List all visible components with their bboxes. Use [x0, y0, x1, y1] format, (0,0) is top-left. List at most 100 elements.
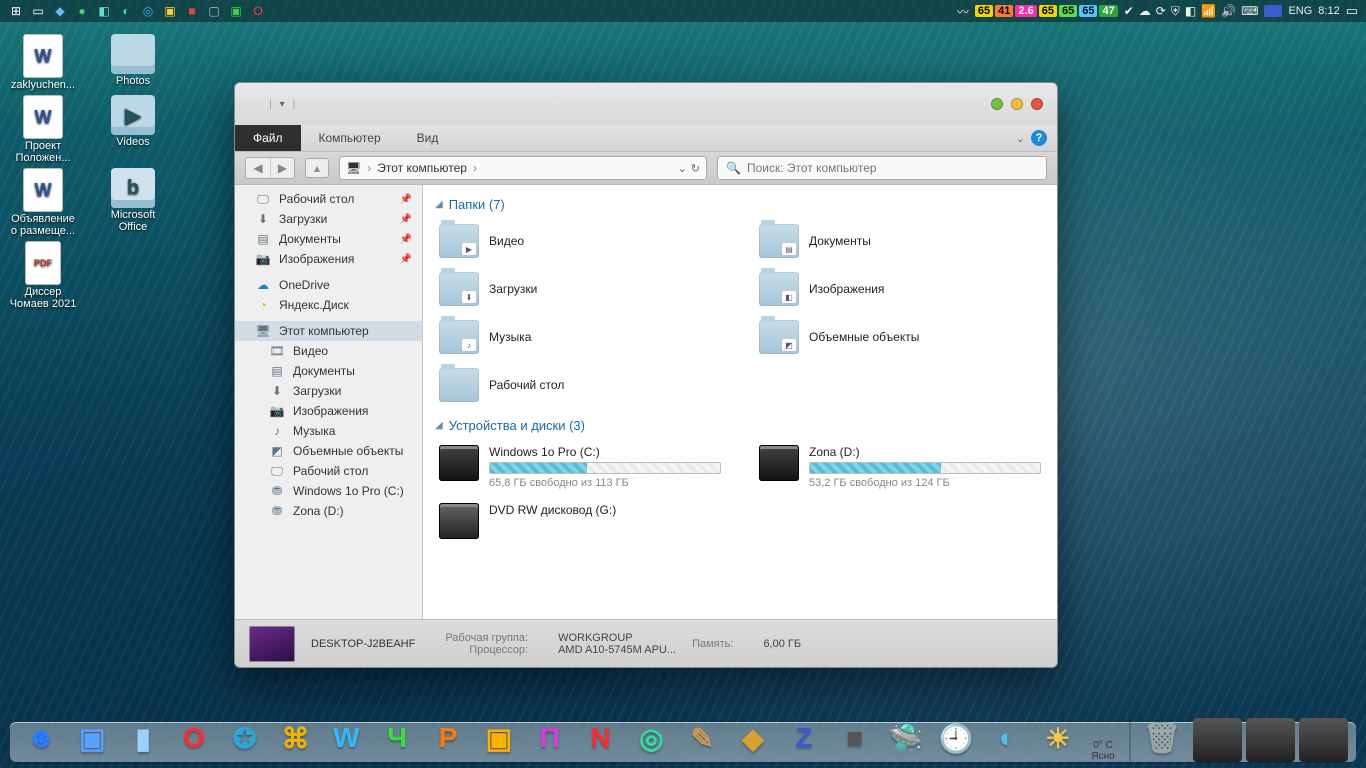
help-icon[interactable]: ?	[1031, 130, 1047, 146]
dock-app-1[interactable]: ▣	[69, 714, 116, 762]
tray-app-green[interactable]: ▣	[226, 2, 246, 20]
dock-letter-p[interactable]: П	[526, 714, 573, 762]
folder-item[interactable]: ◧Изображения	[755, 268, 1045, 310]
trash-icon[interactable]: 🗑	[1139, 714, 1186, 762]
sidebar-item[interactable]: ⬇Загрузки📌	[235, 209, 422, 229]
cloud-icon[interactable]: ☁	[1139, 4, 1151, 19]
dock-app-4[interactable]: ⌘	[272, 714, 319, 762]
action-center-icon[interactable]: ▭	[1346, 3, 1358, 19]
refresh-icon[interactable]: ↻	[691, 162, 700, 175]
dock-ufo-icon[interactable]: 🛸	[882, 714, 929, 762]
ribbon-tab-файл[interactable]: Файл	[235, 125, 301, 151]
window-minimize-button[interactable]	[991, 98, 1003, 110]
tray-app-2[interactable]: ●	[72, 2, 92, 20]
desktop-item[interactable]: PDFДиссер Чомаев 2021	[8, 241, 78, 310]
desktop-item[interactable]: bMicrosoft Office	[98, 168, 168, 237]
dock-letter-n[interactable]: N	[577, 714, 624, 762]
dock-preview-panel[interactable]	[1246, 718, 1295, 762]
dock-app-2[interactable]: ▮	[120, 714, 167, 762]
folder-item[interactable]: ▤Документы	[755, 220, 1045, 262]
sidebar-item[interactable]: 🖵Рабочий стол📌	[235, 189, 422, 209]
volume-icon[interactable]: 🔊	[1221, 4, 1236, 19]
ribbon-expand-icon[interactable]: ⌄	[1016, 132, 1025, 145]
nav-forward-button[interactable]: ▶	[270, 158, 294, 178]
dock-app-6[interactable]: ◆	[730, 714, 777, 762]
nav-up-button[interactable]: ▴	[305, 158, 329, 178]
tray-app-red[interactable]: ■	[182, 2, 202, 20]
check-icon[interactable]: ✔	[1124, 4, 1134, 19]
tray-app-5[interactable]: ▢	[204, 2, 224, 20]
sidebar-item[interactable]: ⛃Windows 1o Pro (C:)	[235, 481, 422, 501]
desktop-item[interactable]: WПроект Положен...	[8, 95, 78, 164]
tray-app-4[interactable]: ◐	[116, 2, 136, 20]
sidebar-item[interactable]: ◔Яндекс.Диск	[235, 295, 422, 315]
dock-preview-panel[interactable]	[1299, 718, 1348, 762]
opera-dock-icon[interactable]: O	[170, 714, 217, 762]
start-icon[interactable]: ⊞	[6, 2, 26, 20]
finder-icon[interactable]: ☻	[18, 714, 65, 762]
window-close-button[interactable]	[1031, 98, 1043, 110]
sidebar-item[interactable]: ◩Объемные объекты	[235, 441, 422, 461]
window-titlebar[interactable]: | ▾ |	[235, 83, 1057, 125]
dock-letter-w[interactable]: W	[323, 714, 370, 762]
drive-item[interactable]: Windows 1o Pro (C:)65,8 ГБ свободно из 1…	[435, 441, 725, 493]
address-field[interactable]: 🖥 › Этот компьютер › ⌄ ↻	[339, 156, 707, 180]
edge-icon[interactable]: ◎	[138, 2, 158, 20]
group-drives-header[interactable]: ◢ Устройства и диски (3)	[435, 418, 1045, 433]
desktop-item[interactable]: ▶Videos	[98, 95, 168, 164]
sidebar-item[interactable]: 🖥Этот компьютер	[235, 321, 422, 341]
sync-icon[interactable]: ⟳	[1156, 4, 1166, 19]
drive-item[interactable]: DVD RW дисковод (G:)	[435, 499, 725, 543]
dock-weather[interactable]: 0° CЯсно	[1085, 740, 1120, 762]
search-input[interactable]	[747, 161, 1038, 175]
dock-preview-panel[interactable]	[1193, 718, 1242, 762]
folder-item[interactable]: Рабочий стол	[435, 364, 725, 406]
dock-z-icon[interactable]: Z	[780, 714, 827, 762]
folder-item[interactable]: ⬇Загрузки	[435, 268, 725, 310]
dock-letter-r[interactable]: Р	[425, 714, 472, 762]
shield-icon[interactable]: ⛨	[1171, 4, 1180, 19]
desktop-item[interactable]: Wzaklyuchen...	[8, 34, 78, 91]
sidebar-item[interactable]: ▤Документы📌	[235, 229, 422, 249]
sidebar-item[interactable]: 🎞Видео	[235, 341, 422, 361]
lang-indicator[interactable]: ENG	[1288, 5, 1312, 17]
sidebar-item[interactable]: ⬇Загрузки	[235, 381, 422, 401]
clock[interactable]: 8:12	[1318, 5, 1339, 17]
task-view-icon[interactable]: ▭	[28, 2, 48, 20]
sidebar-item[interactable]: 📷Изображения📌	[235, 249, 422, 269]
search-box[interactable]: 🔍	[717, 156, 1047, 180]
sidebar-item[interactable]: ⛃Zona (D:)	[235, 501, 422, 521]
tray-app-3[interactable]: ◧	[94, 2, 114, 20]
dock-notes-icon[interactable]: ✎	[679, 714, 726, 762]
sidebar-item[interactable]: ☁OneDrive	[235, 275, 422, 295]
dock-letter-ch[interactable]: Ч	[374, 714, 421, 762]
dock-office-icon[interactable]: ▣	[475, 714, 522, 762]
desktop-item[interactable]: WОбъявление о размеще...	[8, 168, 78, 237]
keyboard-icon[interactable]: ⌨	[1241, 4, 1258, 19]
desktop-item[interactable]: Photos	[98, 34, 168, 91]
dock-app-7[interactable]: ■	[831, 714, 878, 762]
folder-item[interactable]: ▶Видео	[435, 220, 725, 262]
dock-weather-icon[interactable]: ☀	[1035, 714, 1082, 762]
wifi-icon[interactable]: 📶	[1201, 4, 1216, 19]
explorer-icon[interactable]: ▣	[160, 2, 180, 20]
dock-app-8[interactable]: ◐	[984, 714, 1031, 762]
address-dropdown-icon[interactable]: ⌄	[678, 162, 687, 175]
group-folders-header[interactable]: ◢ Папки (7)	[435, 197, 1045, 212]
dock-clock-icon[interactable]: 🕘	[933, 714, 980, 762]
ribbon-tab-вид[interactable]: Вид	[399, 125, 457, 151]
nav-back-button[interactable]: ◀	[246, 158, 270, 178]
breadcrumb-part[interactable]: Этот компьютер	[377, 161, 467, 175]
app-tray-icon[interactable]: ◧	[1185, 4, 1196, 19]
folder-item[interactable]: ♪Музыка	[435, 316, 725, 358]
dock-app-3[interactable]: ✪	[221, 714, 268, 762]
sidebar-item[interactable]: ♪Музыка	[235, 421, 422, 441]
opera-icon[interactable]: O	[248, 2, 268, 20]
ribbon-tab-компьютер[interactable]: Компьютер	[301, 125, 399, 151]
drive-item[interactable]: Zona (D:)53,2 ГБ свободно из 124 ГБ	[755, 441, 1045, 493]
folder-item[interactable]: ◩Объемные объекты	[755, 316, 1045, 358]
dock-app-5[interactable]: ◎	[628, 714, 675, 762]
sidebar-item[interactable]: ▤Документы	[235, 361, 422, 381]
window-maximize-button[interactable]	[1011, 98, 1023, 110]
qat-dropdown-icon[interactable]: ▾	[280, 99, 285, 110]
